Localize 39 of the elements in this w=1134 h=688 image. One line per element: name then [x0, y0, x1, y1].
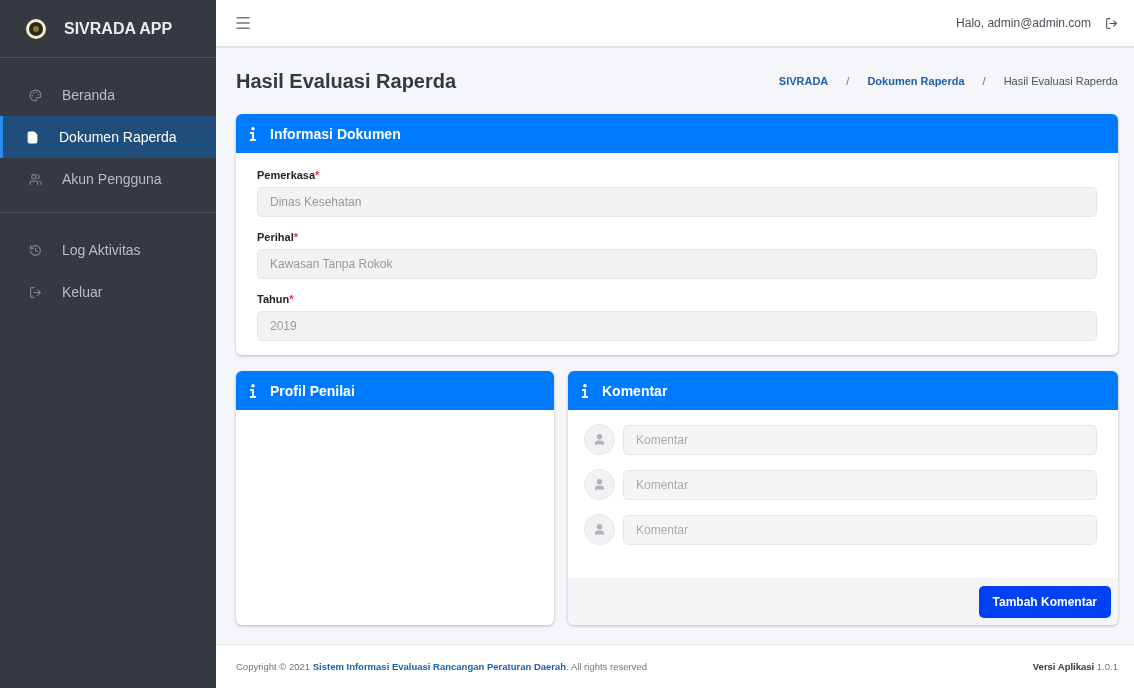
sidebar-item[interactable]: Keluar: [0, 271, 216, 313]
comment-field[interactable]: Komentar: [623, 514, 1097, 545]
field-label: Tahun*: [257, 293, 295, 305]
field-label: Pemerkasa*: [257, 169, 321, 181]
breadcrumb-current[interactable]: Hasil Evaluasi Raperda: [1003, 75, 1118, 87]
copyright-text: Copyright © 2021 Sistem Informasi Evaluasi Rancangan Peraturan Daerah. All rights reserved: [236, 661, 647, 672]
sidebar-item[interactable]: Dokumen Raperda: [0, 116, 216, 158]
nav-icon: [29, 243, 42, 257]
logo-icon: [26, 18, 46, 39]
user-icon: [593, 478, 606, 491]
add-comment-button[interactable]: Tambah Komentar: [978, 585, 1111, 618]
sidebar-item[interactable]: Log Aktivitas: [0, 229, 216, 271]
sidebar-item[interactable]: Beranda: [0, 74, 216, 116]
breadcrumb-link[interactable]: Dokumen Raperda: [867, 75, 965, 87]
breadcrumb-link[interactable]: SIVRADA: [778, 75, 829, 87]
card-title: Informasi Dokumen: [270, 125, 401, 142]
user-icon: [593, 523, 606, 536]
comment-field[interactable]: Komentar: [623, 424, 1097, 455]
logout-icon[interactable]: [1105, 16, 1118, 30]
sidebar-item[interactable]: Akun Pengguna: [0, 158, 216, 200]
nav-icon: [29, 285, 42, 299]
user-greeting: Halo, admin@admin.com: [956, 16, 1091, 30]
comment-field[interactable]: Komentar: [623, 469, 1097, 500]
field-label: Perihal*: [257, 231, 299, 243]
breadcrumb-separator: /: [845, 75, 851, 87]
user-icon: [593, 433, 606, 446]
info-icon: [582, 383, 588, 398]
page-title: Hasil Evaluasi Raperda: [236, 69, 457, 93]
nav-icon: [26, 130, 39, 144]
info-icon: [250, 383, 256, 398]
nav-icon: [29, 172, 42, 186]
brand-name: SIVRADA APP: [64, 19, 173, 38]
info-icon: [250, 126, 256, 141]
app-version: Versi Aplikasi 1.0.1: [1032, 661, 1118, 672]
card-title: Komentar: [602, 382, 668, 399]
menu-icon[interactable]: [234, 14, 252, 32]
nav-icon: [29, 88, 42, 102]
card-title: Profil Penilai: [270, 382, 355, 399]
breadcrumb-separator: /: [981, 75, 987, 87]
